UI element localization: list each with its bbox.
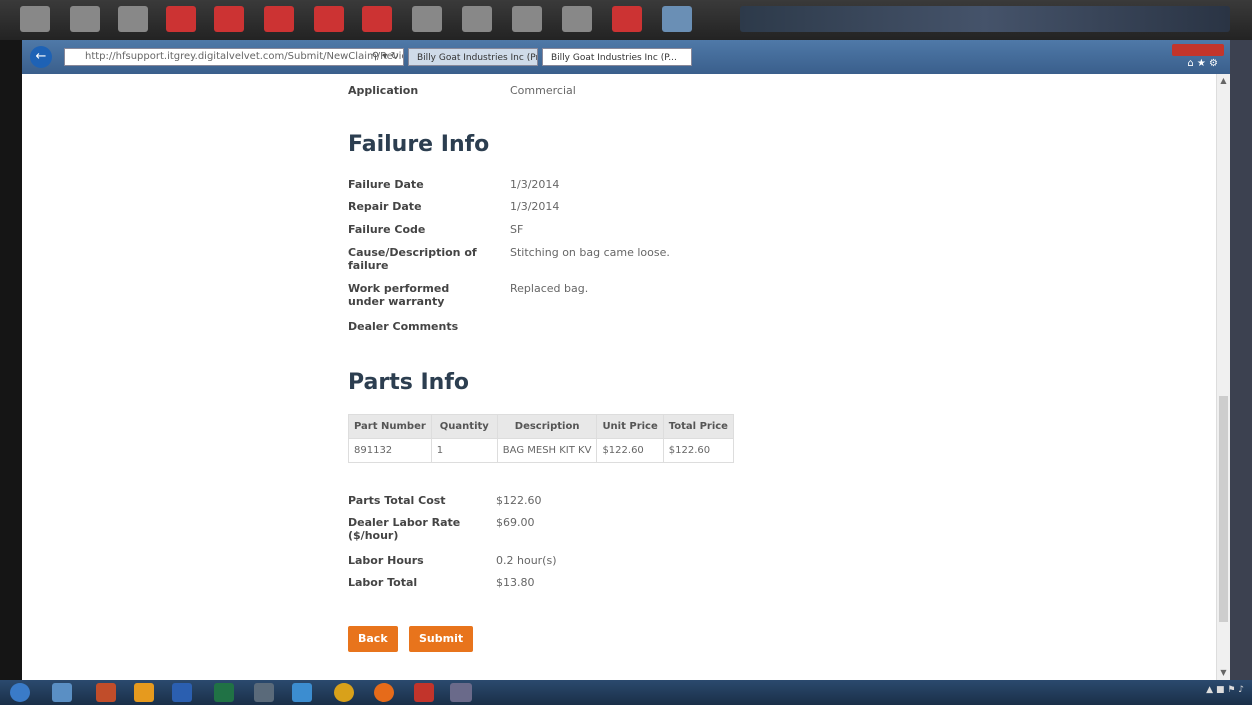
taskbar-app-icon[interactable] bbox=[414, 683, 434, 702]
desktop-icon[interactable] bbox=[70, 6, 100, 32]
field-label: Cause/Description of failure bbox=[348, 246, 477, 272]
pdf-icon[interactable] bbox=[166, 6, 196, 32]
home-favorites-settings-icon[interactable]: ⌂ ★ ⚙ bbox=[1187, 58, 1218, 69]
back-button[interactable]: Back bbox=[348, 626, 398, 652]
field-value: 0.2 hour(s) bbox=[496, 554, 557, 567]
column-header: Unit Price bbox=[596, 414, 664, 439]
scroll-up-icon[interactable]: ▲ bbox=[1219, 76, 1228, 86]
field-label: Dealer Comments bbox=[348, 320, 459, 333]
taskbar-app-icon[interactable] bbox=[134, 683, 154, 702]
field-value: $13.80 bbox=[496, 576, 535, 589]
field-value: 1/3/2014 bbox=[510, 178, 560, 191]
table-cell: BAG MESH KIT KV bbox=[496, 438, 598, 463]
table-cell: 1 bbox=[430, 438, 498, 463]
browser-back-icon[interactable]: ← bbox=[30, 46, 52, 68]
pdf-icon[interactable] bbox=[612, 6, 642, 32]
page-content: Application Commercial Failure Info Fail… bbox=[22, 74, 1216, 680]
field-label: Failure Code bbox=[348, 223, 426, 236]
right-background-window bbox=[1230, 40, 1252, 680]
table-cell: 891132 bbox=[348, 438, 432, 463]
pdf-icon[interactable] bbox=[264, 6, 294, 32]
table-cell: $122.60 bbox=[596, 438, 664, 463]
table-header-row: Part Number Quantity Description Unit Pr… bbox=[348, 414, 734, 439]
field-label: Repair Date bbox=[348, 200, 422, 213]
pdf-icon[interactable] bbox=[214, 6, 244, 32]
taskbar-app-icon[interactable] bbox=[96, 683, 116, 702]
submit-button[interactable]: Submit bbox=[409, 626, 474, 652]
desktop-icon[interactable] bbox=[462, 6, 492, 32]
column-header: Quantity bbox=[430, 414, 498, 439]
taskbar-app-icon[interactable] bbox=[52, 683, 72, 702]
address-bar[interactable]: http://hfsupport.itgrey.digitalvelvet.co… bbox=[64, 48, 404, 66]
background-window bbox=[740, 6, 1230, 32]
field-value: $69.00 bbox=[496, 516, 535, 529]
ie-icon[interactable] bbox=[292, 683, 312, 702]
desktop-icon[interactable] bbox=[662, 6, 692, 32]
desktop-icon[interactable] bbox=[512, 6, 542, 32]
field-value: Replaced bag. bbox=[510, 282, 589, 295]
section-heading-parts-info: Parts Info bbox=[348, 370, 470, 395]
vertical-scrollbar[interactable]: ▲ ▼ bbox=[1216, 74, 1230, 680]
field-value: Stitching on bag came loose. bbox=[510, 246, 670, 259]
system-tray[interactable]: ▲ ■ ⚑ ♪ bbox=[1206, 685, 1244, 695]
browser-tab-active[interactable]: Billy Goat Industries Inc (P... bbox=[542, 48, 692, 66]
scrollbar-thumb[interactable] bbox=[1219, 396, 1228, 622]
word-icon[interactable] bbox=[172, 683, 192, 702]
parts-table: Part Number Quantity Description Unit Pr… bbox=[348, 414, 734, 463]
column-header: Part Number bbox=[348, 414, 432, 439]
field-value: $122.60 bbox=[496, 494, 542, 507]
browser-tab[interactable]: Billy Goat Industries Inc (Prod... bbox=[408, 48, 538, 66]
table-row: 891132 1 BAG MESH KIT KV $122.60 $122.60 bbox=[348, 438, 734, 463]
field-value: SF bbox=[510, 223, 524, 236]
tab-label: Billy Goat Industries Inc (P... bbox=[551, 53, 677, 63]
taskbar-app-icon[interactable] bbox=[254, 683, 274, 702]
column-header: Description bbox=[496, 414, 598, 439]
pdf-icon[interactable] bbox=[314, 6, 344, 32]
desktop-icon[interactable] bbox=[412, 6, 442, 32]
excel-icon[interactable] bbox=[214, 683, 234, 702]
field-label: Dealer Labor Rate ($/hour) bbox=[348, 516, 461, 542]
pdf-icon[interactable] bbox=[362, 6, 392, 32]
desktop-icon[interactable] bbox=[562, 6, 592, 32]
field-label: Application bbox=[348, 84, 419, 97]
column-header: Total Price bbox=[662, 414, 734, 439]
search-icon[interactable]: ⚲ ▾ ↻ bbox=[372, 49, 399, 65]
field-label: Work performed under warranty bbox=[348, 282, 450, 308]
section-heading-failure-info: Failure Info bbox=[348, 132, 490, 157]
address-text: http://hfsupport.itgrey.digitalvelvet.co… bbox=[85, 51, 404, 62]
taskbar-app-icon[interactable] bbox=[450, 683, 472, 702]
field-value: Commercial bbox=[510, 84, 576, 97]
desktop-toolbar bbox=[0, 0, 1252, 40]
firefox-icon[interactable] bbox=[374, 683, 394, 702]
desktop-icon[interactable] bbox=[118, 6, 148, 32]
scroll-down-icon[interactable]: ▼ bbox=[1219, 668, 1228, 678]
field-label: Parts Total Cost bbox=[348, 494, 446, 507]
table-cell: $122.60 bbox=[662, 438, 734, 463]
field-value: 1/3/2014 bbox=[510, 200, 560, 213]
field-label: Labor Total bbox=[348, 576, 418, 589]
desktop-icon[interactable] bbox=[20, 6, 50, 32]
tab-label: Billy Goat Industries Inc (Prod... bbox=[417, 53, 537, 63]
start-icon[interactable] bbox=[10, 683, 30, 702]
chrome-icon[interactable] bbox=[334, 683, 354, 702]
field-label: Labor Hours bbox=[348, 554, 424, 567]
browser-toolbar: ← http://hfsupport.itgrey.digitalvelvet.… bbox=[22, 40, 1230, 74]
field-label: Failure Date bbox=[348, 178, 424, 191]
window-close-icon[interactable] bbox=[1172, 44, 1224, 56]
left-background-strip bbox=[0, 40, 22, 680]
windows-taskbar: ▲ ■ ⚑ ♪ bbox=[0, 680, 1252, 705]
